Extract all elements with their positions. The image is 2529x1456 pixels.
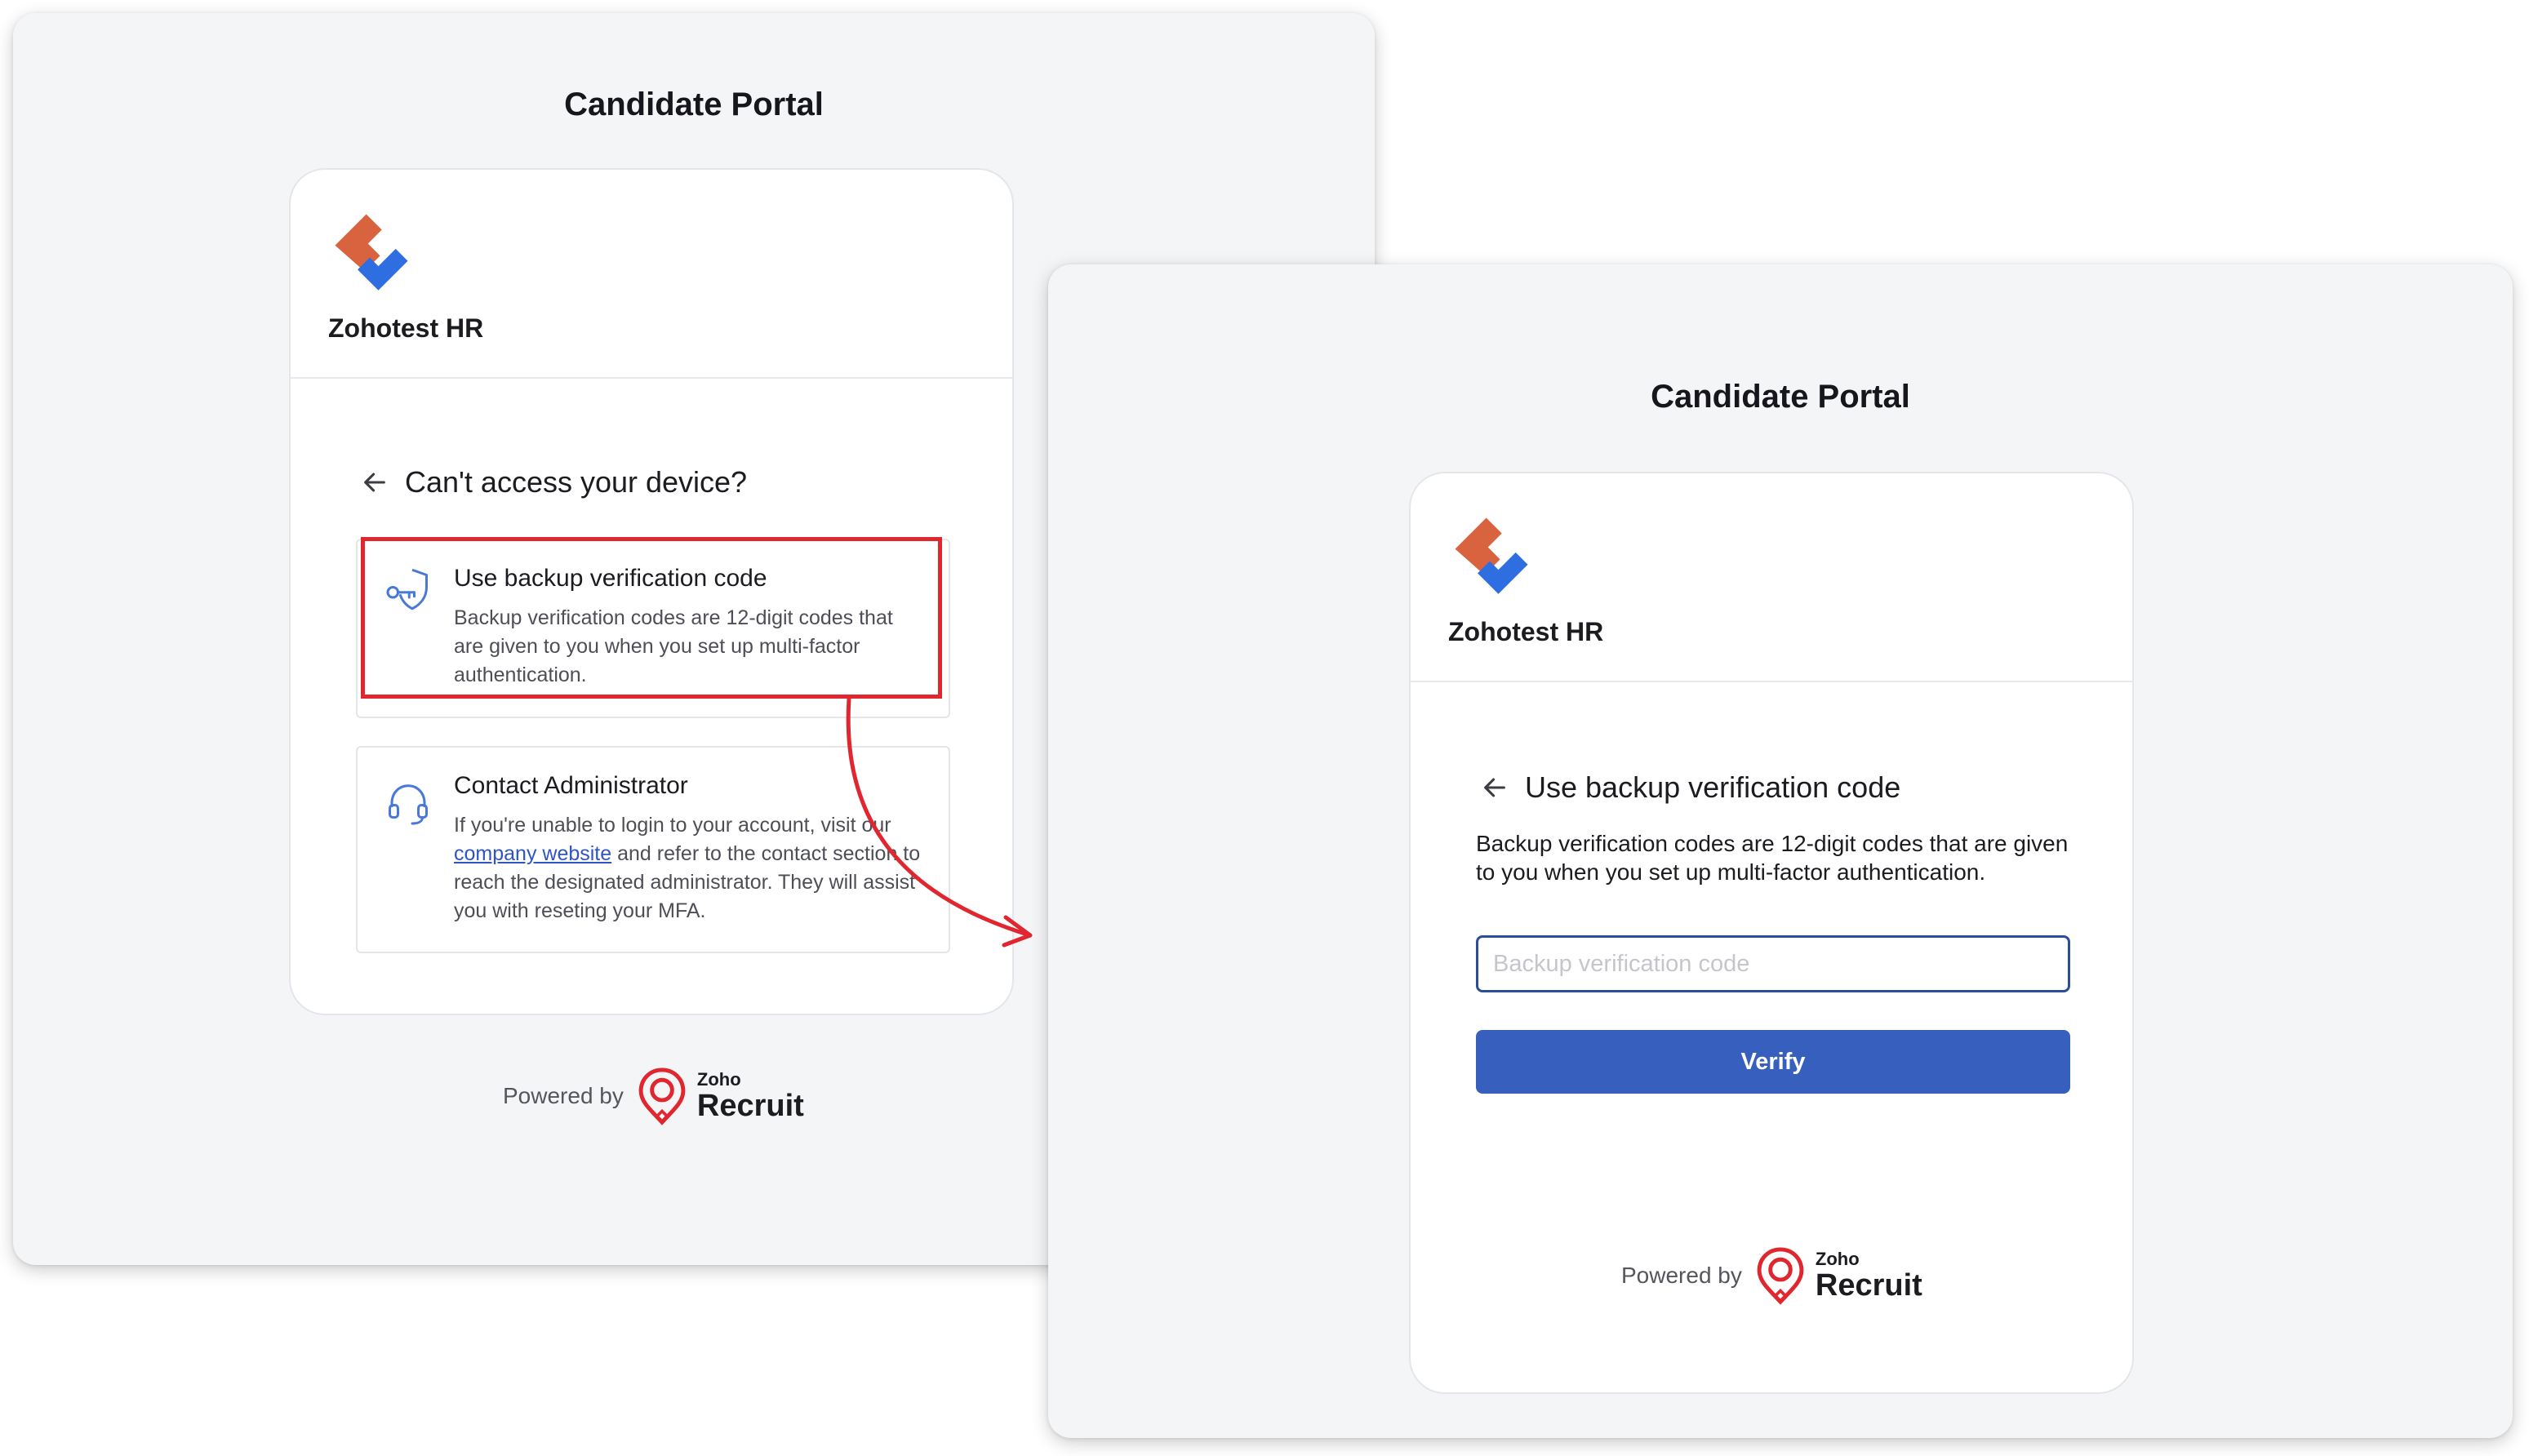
zoho-recruit-logo-icon	[638, 1068, 686, 1125]
verify-button[interactable]: Verify	[1476, 1030, 2070, 1094]
desc-text: If you're unable to login to your accoun…	[454, 814, 891, 837]
org-name: Zohotest HR	[1448, 617, 1604, 646]
portal-title: Candidate Portal	[564, 87, 824, 122]
powered-by: Powered by Zoho Recruit	[503, 1066, 804, 1126]
org-name: Zohotest HR	[328, 313, 484, 343]
brand-zoho: Zoho	[696, 1069, 741, 1090]
brand-recruit: Recruit	[1815, 1268, 1922, 1303]
shield-key-icon	[386, 568, 428, 610]
card-header: Zohotest HR	[1411, 473, 2132, 682]
backup-code-option[interactable]: Use backup verification code Backup veri…	[356, 539, 950, 718]
zoho-recruit-logo-icon	[1757, 1247, 1804, 1305]
brand-wordmark: Zoho Recruit	[1815, 1249, 1922, 1303]
powered-by-text: Powered by	[1621, 1263, 1742, 1288]
arrow-left-icon[interactable]	[1481, 774, 1509, 801]
company-website-link[interactable]: company website	[454, 842, 611, 865]
page-heading: Use backup verification code	[1525, 770, 1901, 804]
contact-admin-option[interactable]: Contact Administrator If you're unable t…	[356, 746, 950, 953]
brand-wordmark: Zoho Recruit	[696, 1069, 804, 1123]
back-row: Use backup verification code	[1481, 770, 1900, 805]
option-description: If you're unable to login to your accoun…	[454, 811, 927, 926]
zohotest-logo	[1455, 517, 1528, 594]
brand-recruit: Recruit	[696, 1089, 804, 1123]
option-title: Use backup verification code	[454, 565, 767, 592]
right-screen: Candidate Portal Zohotest HR Use backup …	[1048, 264, 2513, 1438]
zohotest-logo	[335, 214, 408, 291]
powered-by: Powered by Zoho Recruit	[1621, 1245, 1922, 1306]
portal-title: Candidate Portal	[1651, 379, 1910, 415]
brand-zoho: Zoho	[1815, 1249, 1860, 1269]
login-card: Zohotest HR Can't access your device? Us…	[289, 168, 1014, 1015]
headset-icon	[389, 784, 428, 825]
page-heading: Can't access your device?	[405, 465, 748, 499]
powered-by-text: Powered by	[503, 1083, 624, 1108]
backup-code-input[interactable]	[1476, 935, 2070, 992]
option-description: Backup verification codes are 12-digit c…	[454, 606, 893, 686]
back-row: Can't access your device?	[361, 465, 747, 499]
arrow-left-icon[interactable]	[361, 468, 389, 496]
card-header: Zohotest HR	[291, 170, 1012, 379]
instruction-text: Backup verification codes are 12-digit c…	[1476, 831, 2069, 885]
option-title: Contact Administrator	[454, 772, 688, 799]
